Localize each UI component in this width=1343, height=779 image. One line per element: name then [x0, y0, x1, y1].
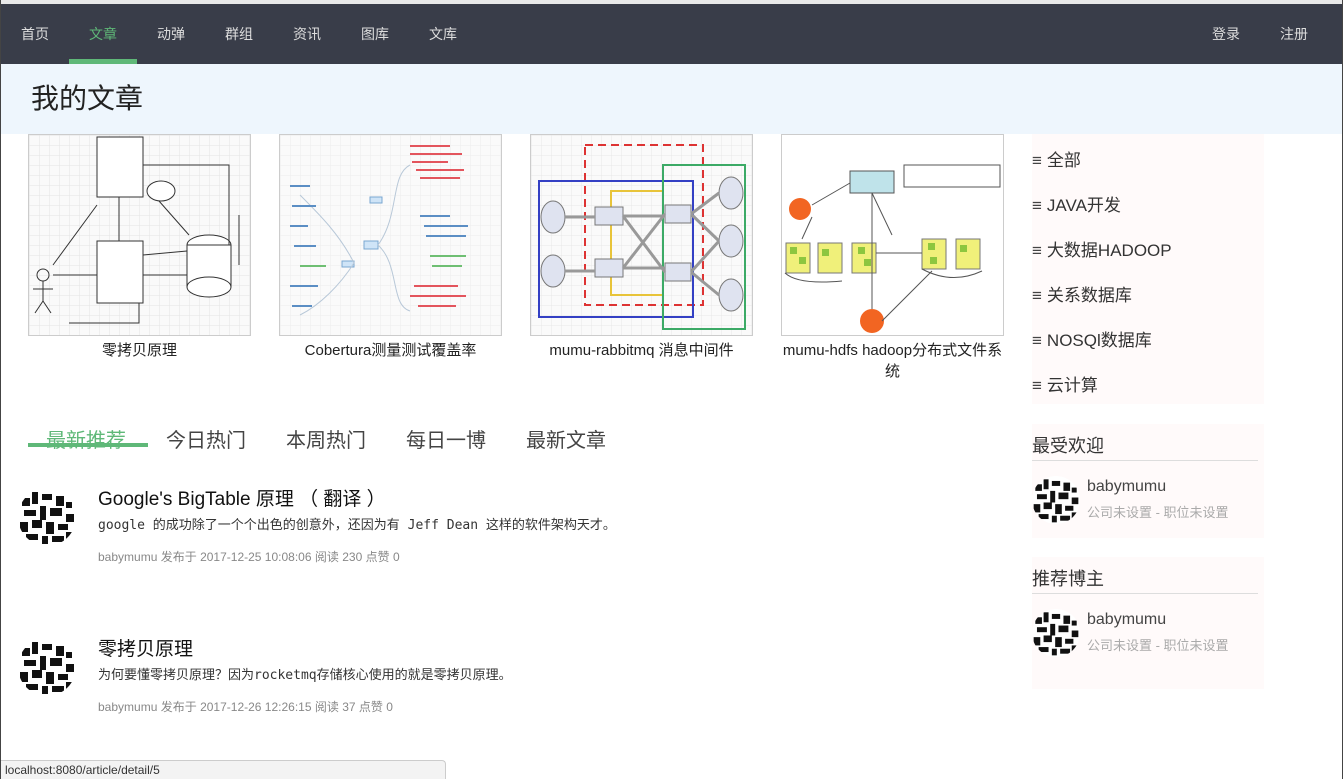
read-label: 阅读	[314, 700, 339, 714]
category-cloud[interactable]: ≡ 云计算	[1032, 371, 1098, 396]
user-avatar[interactable]	[1032, 476, 1080, 524]
read-count: 230	[342, 550, 363, 564]
like-count: 0	[392, 550, 400, 564]
article-meta: babymumu 发布于 2017-12-26 12:26:15 阅读 37 点…	[98, 698, 393, 715]
menu-icon: ≡	[1032, 376, 1042, 395]
featured-caption-2[interactable]: Cobertura测量测试覆盖率	[279, 340, 502, 361]
article-title[interactable]: Google's BigTable 原理 （ 翻译 ）	[98, 484, 386, 511]
article-author[interactable]: babymumu	[98, 550, 157, 564]
like-label: 点赞	[358, 700, 383, 714]
featured-card-2[interactable]: Cobertura测量测试覆盖率	[279, 134, 502, 361]
featured-image-2[interactable]	[279, 134, 502, 336]
article-author[interactable]: babymumu	[98, 700, 157, 714]
menu-icon: ≡	[1032, 241, 1042, 260]
user-name[interactable]: babymumu	[1087, 478, 1166, 496]
user-info: 公司未设置 - 职位未设置	[1087, 638, 1229, 653]
menu-icon: ≡	[1032, 331, 1042, 350]
author-avatar[interactable]	[18, 638, 76, 696]
article-date: 2017-12-25 10:08:06	[200, 550, 312, 564]
menu-icon: ≡	[1032, 196, 1042, 215]
like-count: 0	[386, 700, 393, 714]
published-label: 发布于	[160, 550, 197, 564]
nav-groups[interactable]: 群组	[212, 4, 266, 64]
nav-tweets[interactable]: 动弹	[144, 4, 198, 64]
browser-status-url: localhost:8080/article/detail/5	[0, 760, 446, 779]
most-popular-title: 最受欢迎	[1032, 436, 1104, 456]
featured-card-3[interactable]: mumu-rabbitmq 消息中间件	[530, 134, 753, 361]
nav-articles[interactable]: 文章	[69, 4, 137, 64]
category-java[interactable]: ≡ JAVA开发	[1032, 191, 1121, 216]
most-popular-panel: 最受欢迎 babymumu 公司未设置 - 职位未设置	[1032, 424, 1264, 538]
user-name[interactable]: babymumu	[1087, 611, 1166, 629]
article-summary: google 的成功除了一个个出色的创意外，还因为有 Jeff Dean 这样的…	[98, 518, 616, 533]
category-nosql[interactable]: ≡ NOSQl数据库	[1032, 326, 1152, 351]
article-title[interactable]: 零拷贝原理	[98, 634, 193, 661]
featured-card-4[interactable]: mumu-hdfs hadoop分布式文件系统	[781, 134, 1004, 382]
login-link[interactable]: 登录	[1199, 4, 1253, 64]
recommended-title: 推荐博主	[1032, 569, 1104, 589]
featured-card-1[interactable]: 零拷贝原理	[28, 134, 251, 361]
nav-home[interactable]: 首页	[8, 4, 62, 64]
tab-week-hot[interactable]: 本周热门	[286, 424, 366, 458]
tab-daily-blog[interactable]: 每日一博	[406, 424, 486, 458]
recommended-bloggers-panel: 推荐博主 babymumu 公司未设置 - 职位未设置	[1032, 557, 1264, 689]
divider	[1032, 593, 1258, 594]
menu-icon: ≡	[1032, 286, 1042, 305]
published-label: 发布于	[160, 700, 197, 714]
article-date: 2017-12-26 12:26:15	[200, 700, 312, 714]
register-link[interactable]: 注册	[1267, 4, 1321, 64]
featured-caption-3[interactable]: mumu-rabbitmq 消息中间件	[530, 340, 753, 361]
article-summary: 为何要懂零拷贝原理？因为rocketmq存储核心使用的就是零拷贝原理。	[98, 668, 512, 683]
featured-image-3[interactable]	[530, 134, 753, 336]
page-header: 我的文章	[0, 64, 1343, 134]
divider	[1032, 460, 1258, 461]
read-count: 37	[342, 700, 356, 714]
popular-user[interactable]: babymumu 公司未设置 - 职位未设置	[1032, 476, 1264, 528]
user-avatar[interactable]	[1032, 609, 1080, 657]
featured-image-4[interactable]	[781, 134, 1004, 336]
tab-today-hot[interactable]: 今日热门	[166, 424, 246, 458]
read-label: 阅读	[314, 550, 339, 564]
tab-latest-articles[interactable]: 最新文章	[526, 424, 606, 458]
like-label: 点赞	[365, 550, 390, 564]
category-sidebar: ≡ 全部 ≡ JAVA开发 ≡ 大数据HADOOP ≡ 关系数据库 ≡ NOSQl数据库 …	[1032, 134, 1264, 404]
featured-image-1[interactable]	[28, 134, 251, 336]
active-tab-indicator	[28, 443, 148, 447]
category-all[interactable]: ≡ 全部	[1032, 146, 1081, 171]
category-bigdata[interactable]: ≡ 大数据HADOOP	[1032, 236, 1172, 261]
recommended-user[interactable]: babymumu 公司未设置 - 职位未设置	[1032, 609, 1264, 661]
page-title: 我的文章	[31, 83, 144, 114]
article-meta: babymumu 发布于 2017-12-25 10:08:06 阅读 230 …	[98, 548, 400, 565]
top-navigation: 首页 文章 动弹 群组 资讯 图库 文库 登录 注册	[0, 4, 1343, 64]
author-avatar[interactable]	[18, 488, 76, 546]
category-rdbms[interactable]: ≡ 关系数据库	[1032, 281, 1132, 306]
nav-gallery[interactable]: 图库	[348, 4, 402, 64]
nav-news[interactable]: 资讯	[280, 4, 334, 64]
featured-caption-4[interactable]: mumu-hdfs hadoop分布式文件系统	[781, 340, 1004, 382]
featured-caption-1[interactable]: 零拷贝原理	[28, 340, 251, 361]
user-info: 公司未设置 - 职位未设置	[1087, 505, 1229, 520]
nav-library[interactable]: 文库	[416, 4, 470, 64]
tab-latest-recommended[interactable]: 最新推荐	[46, 424, 126, 458]
menu-icon: ≡	[1032, 151, 1042, 170]
